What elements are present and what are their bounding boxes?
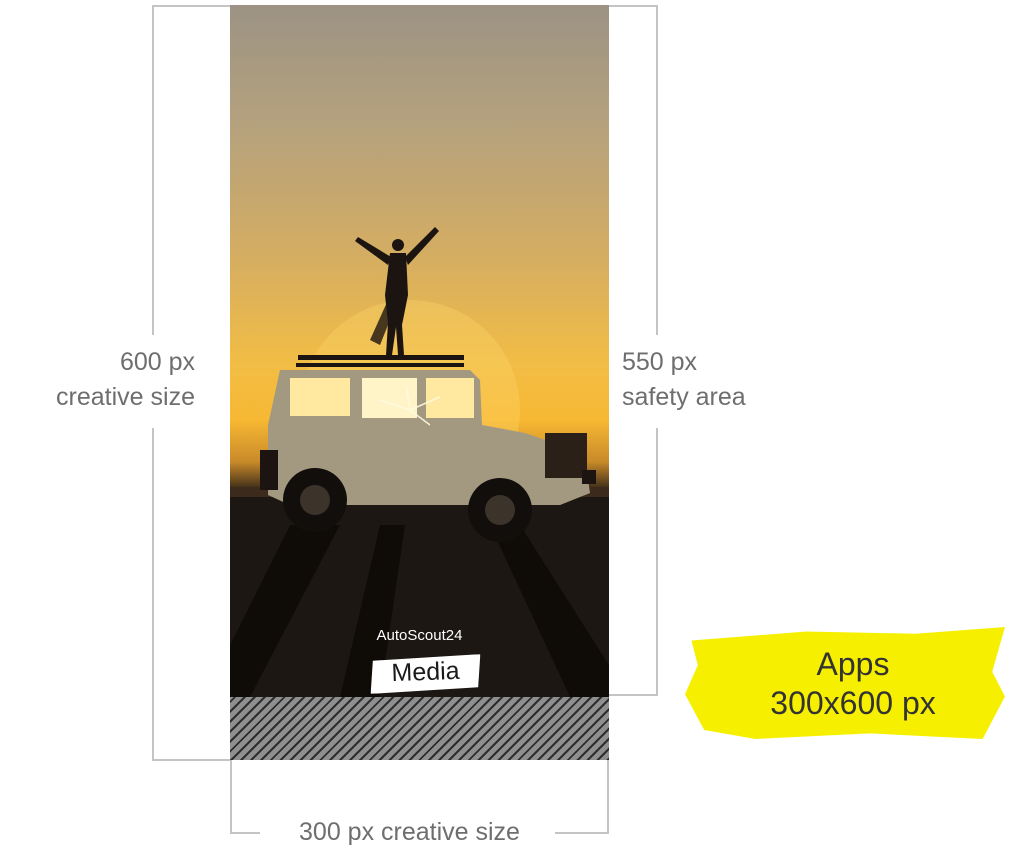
brand-wordmark: AutoScout24 (376, 627, 463, 644)
format-badge-size: 300x600 px (770, 685, 936, 721)
brand-media-text: Media (390, 656, 461, 688)
bottom-label: 300 px creative size (299, 818, 520, 846)
left-label-size: 600 px (119, 348, 195, 376)
left-label-desc: creative size (56, 383, 195, 411)
jeep-sunset-illustration (230, 227, 609, 697)
creative-image: AutoScout24 Media (230, 5, 609, 697)
left-label: 600 px creative size (0, 345, 195, 415)
right-label: 550 px safety area (622, 345, 822, 415)
right-label-desc: safety area (622, 383, 746, 411)
format-badge-title: Apps (816, 646, 890, 682)
format-badge-text: Apps 300x600 px (718, 645, 988, 723)
right-label-size: 550 px (622, 348, 698, 376)
unsafe-area-hatch (230, 697, 609, 760)
